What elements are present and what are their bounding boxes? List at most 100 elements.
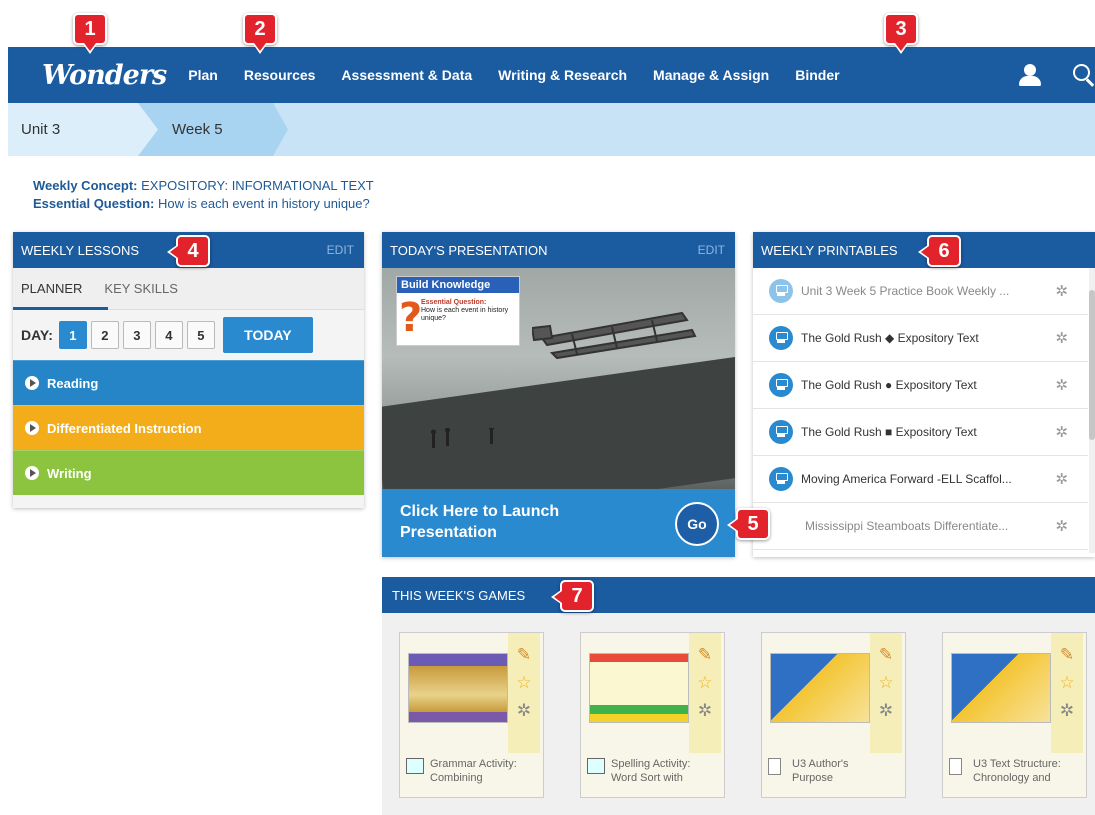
game-card[interactable]: ✎ ☆ ✲ U3 Author's Purpose [761, 632, 906, 798]
day-button-2[interactable]: 2 [90, 321, 119, 349]
gear-icon[interactable]: ✲ [517, 701, 531, 721]
printable-item[interactable]: The Gold Rush ● Expository Text ✲ [753, 362, 1088, 409]
game-card[interactable]: ✎ ☆ ✲ Grammar Activity: Combining [399, 632, 544, 798]
today-button[interactable]: TODAY [222, 317, 313, 353]
printable-item[interactable]: Moving America Forward -ELL Scaffol... ✲ [753, 456, 1088, 503]
tab-planner[interactable]: PLANNER [21, 281, 82, 296]
gear-icon[interactable]: ✲ [1055, 282, 1068, 300]
nav-binder[interactable]: Binder [795, 67, 839, 83]
lesson-row-differentiated[interactable]: Differentiated Instruction [13, 405, 364, 450]
game-tools: ✎ ☆ ✲ [508, 633, 540, 753]
nav-writing-research[interactable]: Writing & Research [498, 67, 627, 83]
user-icon[interactable] [1017, 62, 1043, 88]
gear-icon[interactable]: ✲ [1055, 329, 1068, 347]
gear-icon[interactable]: ✲ [1055, 470, 1068, 488]
game-caption: Grammar Activity: Combining [406, 757, 540, 785]
games-title: THIS WEEK'S GAMES [392, 587, 526, 603]
breadcrumb-week[interactable]: Week 5 [138, 103, 288, 156]
game-card[interactable]: ✎ ☆ ✲ U3 Text Structure: Chronology and [942, 632, 1087, 798]
printable-label: The Gold Rush ◆ Expository Text [801, 331, 979, 345]
nav-icons [1017, 47, 1095, 103]
gear-icon[interactable]: ✲ [1055, 517, 1068, 535]
search-icon[interactable] [1071, 62, 1095, 88]
printables-list: Unit 3 Week 5 Practice Book Weekly ... ✲… [753, 268, 1088, 557]
nav-plan[interactable]: Plan [188, 67, 218, 83]
game-caption: U3 Text Structure: Chronology and [949, 757, 1083, 785]
game-thumbnail[interactable] [770, 653, 870, 723]
lesson-row-writing[interactable]: Writing [13, 450, 364, 495]
weekly-lessons-panel: WEEKLY LESSONS EDIT PLANNER KEY SKILLS D… [13, 232, 364, 508]
pencil-icon[interactable]: ✎ [879, 645, 893, 665]
game-tools: ✎ ☆ ✲ [870, 633, 902, 753]
card-question-text: How is each event in history unique? [421, 307, 509, 322]
weekly-lessons-title: WEEKLY LESSONS [21, 242, 140, 258]
nav-links: Plan Resources Assessment & Data Writing… [188, 67, 865, 83]
tab-key-skills[interactable]: KEY SKILLS [104, 281, 177, 296]
callout-6: 6 [918, 235, 961, 267]
game-caption: U3 Author's Purpose [768, 757, 902, 785]
printable-label: The Gold Rush ■ Expository Text [801, 425, 977, 439]
pencil-icon[interactable]: ✎ [517, 645, 531, 665]
star-icon[interactable]: ☆ [516, 673, 531, 693]
day-label: DAY: [21, 327, 53, 343]
gear-icon[interactable]: ✲ [1055, 376, 1068, 394]
printable-label: Mississippi Steamboats Differentiate... [805, 519, 1009, 533]
lesson-row-label: Writing [47, 465, 92, 481]
callout-4: 4 [167, 235, 210, 267]
gear-icon[interactable]: ✲ [879, 701, 893, 721]
people-figures [431, 428, 494, 448]
day-button-1[interactable]: 1 [58, 321, 87, 349]
breadcrumb: Unit 3 Week 5 [8, 103, 1095, 156]
nav-resources[interactable]: Resources [244, 67, 316, 83]
printer-icon [769, 373, 793, 397]
game-thumbnail[interactable] [951, 653, 1051, 723]
essential-question-value: How is each event in history unique? [158, 196, 370, 211]
day-button-3[interactable]: 3 [122, 321, 151, 349]
gear-icon[interactable]: ✲ [1055, 423, 1068, 441]
callout-7: 7 [551, 580, 594, 612]
card-question-label: Essential Question: [421, 299, 487, 306]
weekly-concept-label: Weekly Concept: [33, 178, 138, 193]
game-title-line1: U3 Author's [792, 758, 849, 770]
presentation-edit[interactable]: EDIT [698, 243, 725, 257]
document-icon [768, 758, 781, 775]
weekly-concept-value: EXPOSITORY: INFORMATIONAL TEXT [141, 178, 374, 193]
launch-presentation[interactable]: Click Here to Launch Presentation Go [382, 489, 735, 557]
top-nav: Wonders Plan Resources Assessment & Data… [8, 47, 1095, 103]
star-icon[interactable]: ☆ [697, 673, 712, 693]
lesson-row-reading[interactable]: Reading [13, 360, 364, 405]
day-button-5[interactable]: 5 [186, 321, 215, 349]
nav-manage-assign[interactable]: Manage & Assign [653, 67, 769, 83]
game-tools: ✎ ☆ ✲ [1051, 633, 1083, 753]
gear-icon[interactable]: ✲ [1060, 701, 1074, 721]
gear-icon[interactable]: ✲ [698, 701, 712, 721]
go-button[interactable]: Go [675, 502, 719, 546]
printables-title: WEEKLY PRINTABLES [761, 242, 898, 258]
printables-scroll-thumb[interactable] [1089, 290, 1095, 440]
presentation-thumbnail[interactable]: Build Knowledge ? Essential Question: Ho… [382, 268, 735, 489]
day-selector: DAY: 1 2 3 4 5 TODAY [13, 310, 364, 360]
star-icon[interactable]: ☆ [878, 673, 893, 693]
printable-item[interactable]: The Gold Rush ■ Expository Text ✲ [753, 409, 1088, 456]
pencil-icon[interactable]: ✎ [698, 645, 712, 665]
game-thumbnail[interactable] [589, 653, 689, 723]
weekly-printables-panel: WEEKLY PRINTABLES Unit 3 Week 5 Practice… [753, 232, 1095, 557]
printer-icon [769, 326, 793, 350]
printable-item[interactable]: Mississippi Steamboats Differentiate... … [753, 503, 1088, 550]
lesson-row-label: Differentiated Instruction [47, 420, 202, 436]
game-card[interactable]: ✎ ☆ ✲ Spelling Activity: Word Sort with [580, 632, 725, 798]
star-icon[interactable]: ☆ [1059, 673, 1074, 693]
day-button-4[interactable]: 4 [154, 321, 183, 349]
game-title-line1: Grammar Activity: [430, 758, 517, 770]
printable-item[interactable]: Unit 3 Week 5 Practice Book Weekly ... ✲ [753, 268, 1088, 315]
essential-question-label: Essential Question: [33, 196, 155, 211]
printable-item[interactable]: The Gold Rush ◆ Expository Text ✲ [753, 315, 1088, 362]
pencil-icon[interactable]: ✎ [1060, 645, 1074, 665]
play-icon [25, 466, 39, 480]
weekly-lessons-edit[interactable]: EDIT [327, 243, 354, 257]
wonders-logo[interactable]: Wonders [42, 60, 167, 91]
game-thumbnail[interactable] [408, 653, 508, 723]
nav-assessment-data[interactable]: Assessment & Data [341, 67, 472, 83]
todays-presentation-panel: TODAY'S PRESENTATION EDIT Build Knowledg… [382, 232, 735, 557]
breadcrumb-unit[interactable]: Unit 3 [8, 103, 158, 156]
